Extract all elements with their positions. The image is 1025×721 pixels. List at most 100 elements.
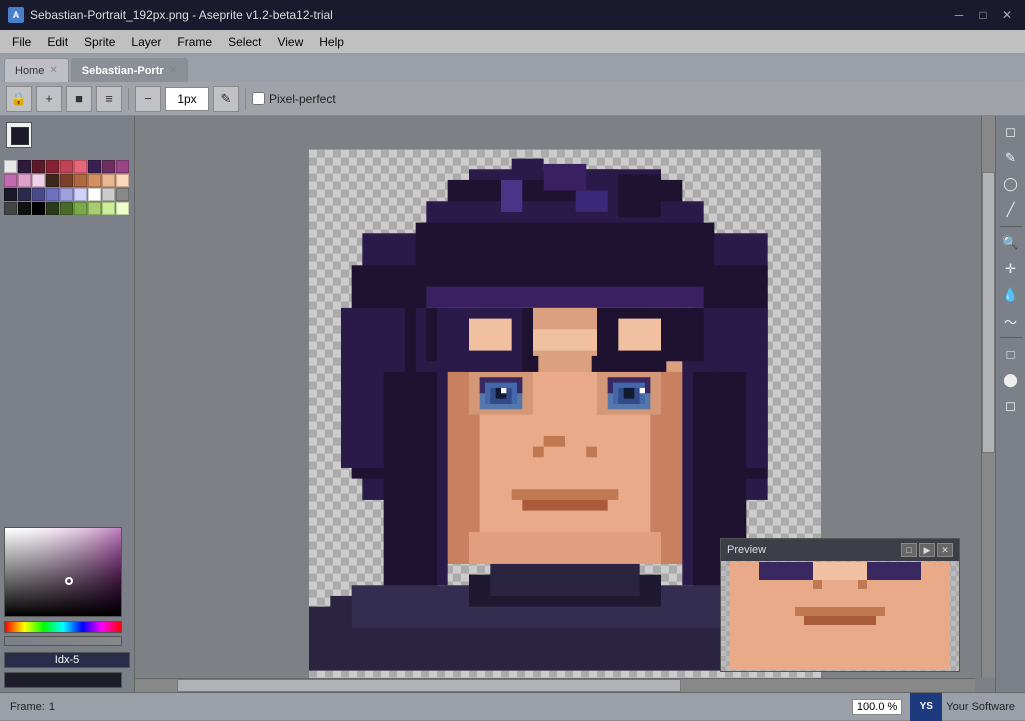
palette-swatch-1[interactable]	[18, 160, 31, 173]
palette-swatch-27[interactable]	[4, 202, 17, 215]
window-title: Sebastian-Portrait_192px.png - Aseprite …	[30, 8, 949, 22]
palette-swatch-26[interactable]	[116, 188, 129, 201]
hex-input[interactable]: #000000	[4, 672, 122, 688]
size-input[interactable]	[165, 87, 209, 111]
preview-play-btn[interactable]: ▶	[919, 543, 935, 557]
horizontal-scrollbar[interactable]	[135, 678, 975, 692]
color-picker-area: Idx-5 #000000	[0, 523, 134, 692]
taskbar-area: YS Your Software	[910, 693, 1015, 721]
menu-button[interactable]: ≡	[96, 86, 122, 112]
right-toolbar: ◻ ✎ ◯ ╱ 🔍 ✛ 💧 ～ □ ⬤ ◻	[995, 116, 1025, 692]
pencil-tool-btn[interactable]: ✎	[999, 146, 1023, 170]
line-tool-btn[interactable]: ╱	[999, 198, 1023, 222]
frame-label: Frame:	[10, 701, 45, 713]
palette-swatch-10[interactable]	[18, 174, 31, 187]
palette-swatch-9[interactable]	[4, 174, 17, 187]
hue-strip[interactable]	[4, 621, 122, 633]
toolbar: 🔒 + ■ ≡ − ✎ Pixel-perfect	[0, 82, 1025, 116]
menu-file[interactable]: File	[4, 33, 39, 51]
taskbar-text: Your Software	[946, 701, 1015, 713]
palette-swatch-34[interactable]	[102, 202, 115, 215]
color-gradient[interactable]	[4, 527, 122, 617]
preview-close-btn[interactable]: ✕	[937, 543, 953, 557]
palette-swatch-30[interactable]	[46, 202, 59, 215]
pixel-perfect-checkbox[interactable]	[252, 92, 265, 105]
close-button[interactable]: ✕	[997, 5, 1017, 25]
rect-tool-btn[interactable]: □	[999, 342, 1023, 366]
stop-button[interactable]: ■	[66, 86, 92, 112]
maximize-button[interactable]: □	[973, 5, 993, 25]
curve-tool-btn[interactable]: ～	[999, 309, 1023, 333]
palette-swatch-6[interactable]	[88, 160, 101, 173]
frame-value: 1	[49, 701, 55, 713]
opacity-strip[interactable]	[4, 636, 122, 646]
menu-frame[interactable]: Frame	[169, 33, 220, 51]
palette-swatch-25[interactable]	[102, 188, 115, 201]
canvas-area[interactable]: Preview □ ▶ ✕	[135, 116, 995, 692]
palette-swatch-2[interactable]	[32, 160, 45, 173]
foreground-color[interactable]	[6, 122, 32, 148]
palette-swatch-11[interactable]	[32, 174, 45, 187]
palette-swatch-20[interactable]	[32, 188, 45, 201]
palette-swatch-16[interactable]	[102, 174, 115, 187]
palette-swatch-28[interactable]	[18, 202, 31, 215]
palette-swatch-7[interactable]	[102, 160, 115, 173]
palette-swatch-31[interactable]	[60, 202, 73, 215]
title-bar: A Sebastian-Portrait_192px.png - Aseprit…	[0, 0, 1025, 30]
palette-swatch-3[interactable]	[46, 160, 59, 173]
palette-swatch-23[interactable]	[74, 188, 87, 201]
brush-button[interactable]: ✎	[213, 86, 239, 112]
add-button[interactable]: +	[36, 86, 62, 112]
tab-home[interactable]: Home ✕	[4, 58, 69, 82]
menu-layer[interactable]: Layer	[123, 33, 169, 51]
palette-swatch-8[interactable]	[116, 160, 129, 173]
paint-bucket-btn[interactable]: ⬤	[999, 368, 1023, 392]
palette-swatch-12[interactable]	[46, 174, 59, 187]
zoom-tool-btn[interactable]: 🔍	[999, 231, 1023, 255]
tab-close-sprite[interactable]: ✕	[169, 65, 177, 76]
vertical-scrollbar[interactable]	[981, 116, 995, 678]
palette-swatch-32[interactable]	[74, 202, 87, 215]
palette-swatch-29[interactable]	[32, 202, 45, 215]
menu-edit[interactable]: Edit	[39, 33, 76, 51]
palette-swatch-35[interactable]	[116, 202, 129, 215]
v-scrollbar-thumb[interactable]	[982, 172, 995, 453]
ink-dropper-btn[interactable]: 💧	[999, 283, 1023, 307]
minus-button[interactable]: −	[135, 86, 161, 112]
ellipse-tool-btn[interactable]: ◯	[999, 172, 1023, 196]
move-tool-btn[interactable]: ✛	[999, 257, 1023, 281]
minimize-button[interactable]: ─	[949, 5, 969, 25]
palette-swatch-21[interactable]	[46, 188, 59, 201]
toolbar-divider	[128, 88, 129, 110]
toolbar-divider-2	[245, 88, 246, 110]
idx-label[interactable]: Idx-5	[4, 652, 130, 668]
palette-swatch-5[interactable]	[74, 160, 87, 173]
palette-swatch-15[interactable]	[88, 174, 101, 187]
eraser-tool-btn[interactable]: ◻	[999, 394, 1023, 418]
palette-swatch-14[interactable]	[74, 174, 87, 187]
selection-tool-btn[interactable]: ◻	[999, 120, 1023, 144]
status-bar: Frame: 1 100.0 % YS Your Software	[0, 692, 1025, 720]
menu-help[interactable]: Help	[311, 33, 352, 51]
tab-close-home[interactable]: ✕	[49, 65, 57, 76]
palette-swatch-17[interactable]	[116, 174, 129, 187]
menu-sprite[interactable]: Sprite	[76, 33, 123, 51]
palette-swatch-22[interactable]	[60, 188, 73, 201]
lock-button[interactable]: 🔒	[6, 86, 32, 112]
window-controls[interactable]: ─ □ ✕	[949, 5, 1017, 25]
palette-swatch-33[interactable]	[88, 202, 101, 215]
tab-sprite[interactable]: Sebastian-Portr ✕	[71, 58, 188, 82]
palette-swatches	[0, 158, 134, 217]
h-scrollbar-thumb[interactable]	[177, 679, 681, 692]
palette-swatch-18[interactable]	[4, 188, 17, 201]
preview-maximize-btn[interactable]: □	[901, 543, 917, 557]
preview-image	[730, 562, 950, 670]
menu-select[interactable]: Select	[220, 33, 269, 51]
palette-swatch-0[interactable]	[4, 160, 17, 173]
palette-swatch-4[interactable]	[60, 160, 73, 173]
palette-swatch-24[interactable]	[88, 188, 101, 201]
menu-view[interactable]: View	[269, 33, 311, 51]
palette-swatch-13[interactable]	[60, 174, 73, 187]
taskbar-logo[interactable]: YS	[910, 693, 942, 721]
palette-swatch-19[interactable]	[18, 188, 31, 201]
